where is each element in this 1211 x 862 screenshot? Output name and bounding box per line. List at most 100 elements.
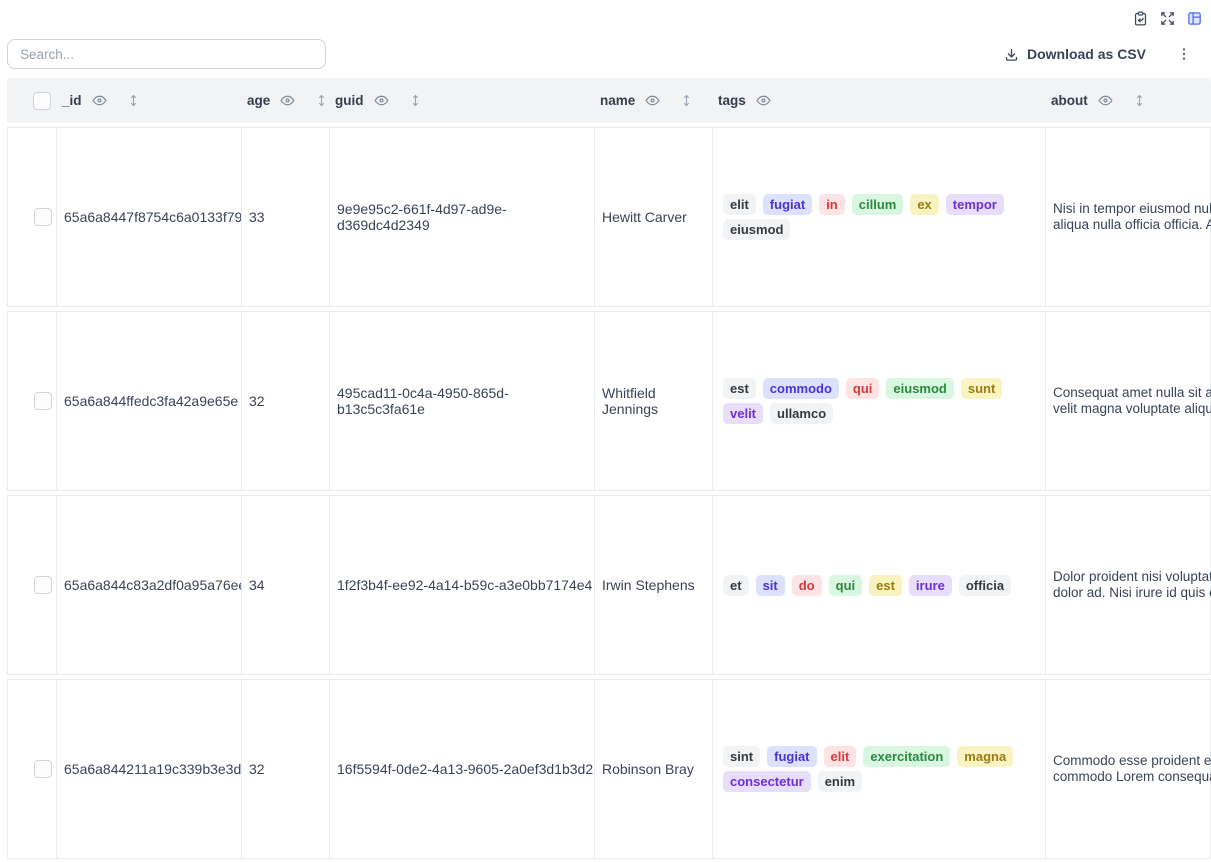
cell-tags: est commodo qui eiusmod sunt velit ullamco <box>712 312 1045 490</box>
paste-icon[interactable] <box>1132 10 1149 27</box>
table-row[interactable]: 65a6a844c83a2df0a95a76ee341f2f3b4f-ee92-… <box>7 495 1211 675</box>
maximize-icon[interactable] <box>1159 10 1176 27</box>
tag-badge: irure <box>909 575 952 596</box>
search-input[interactable] <box>7 39 326 69</box>
tag-badge: qui <box>829 575 863 596</box>
column-label: age <box>247 93 270 108</box>
age-column-header: age <box>240 92 328 109</box>
cell-id: 65a6a844211a19c339b3e3d3 <box>56 680 241 858</box>
tag-badge: fugiat <box>763 194 812 215</box>
eye-icon[interactable] <box>644 92 661 109</box>
row-checkbox[interactable] <box>34 760 52 778</box>
column-label: guid <box>335 93 364 108</box>
tag-badge: enim <box>818 771 862 792</box>
tag-badge: do <box>792 575 822 596</box>
tag-badge: ex <box>910 194 938 215</box>
eye-icon[interactable] <box>1097 92 1114 109</box>
row-checkbox[interactable] <box>34 392 52 410</box>
sort-icon[interactable] <box>408 93 423 108</box>
tag-badge: officia <box>959 575 1011 596</box>
data-browser-page: Download as CSV _id age guid name tags about … <box>0 0 1211 859</box>
table-row[interactable]: 65a6a844ffedc3fa42a9e65e32495cad11-0c4a-… <box>7 311 1211 491</box>
row-checkbox-cell <box>8 680 56 858</box>
eye-icon[interactable] <box>373 92 390 109</box>
tag-badge: est <box>723 378 756 399</box>
cell-about: Dolor proident nisi voluptat dolor ad. N… <box>1045 496 1211 674</box>
row-checkbox[interactable] <box>34 576 52 594</box>
tags-list: sintfugiatelitexercitationmagnaconsectet… <box>723 746 1039 792</box>
table-row[interactable]: 65a6a844211a19c339b3e3d33216f5594f-0de2-… <box>7 679 1211 859</box>
cell-name: Whitfield Jennings <box>594 312 712 490</box>
tag-badge: magna <box>957 746 1013 767</box>
tag-badge: eiusmod <box>723 219 790 240</box>
tag-badge: cillum <box>852 194 904 215</box>
topbar <box>0 0 1211 27</box>
tag-badge: velit <box>723 403 763 424</box>
tag-badge: et <box>723 575 749 596</box>
select-all-checkbox[interactable] <box>33 92 51 110</box>
tag-badge: sit <box>756 575 785 596</box>
column-label: tags <box>718 93 746 108</box>
row-checkbox-cell <box>8 312 56 490</box>
column-label: _id <box>62 93 82 108</box>
download-csv-label: Download as CSV <box>1027 46 1146 62</box>
table-header-row: _id age guid name tags about <box>7 78 1211 123</box>
row-checkbox-cell <box>8 128 56 306</box>
cell-tags: elitfugiatincillumextemporeiusmod <box>712 128 1045 306</box>
guid-column-header: guid <box>328 92 593 109</box>
header-checkbox-cell <box>7 92 55 110</box>
tags-list: elitfugiatincillumextemporeiusmod <box>723 194 1039 240</box>
data-table: _id age guid name tags about 65a6a8447f8754c6… <box>7 78 1211 859</box>
row-checkbox-cell <box>8 496 56 674</box>
tag-badge: est <box>869 575 902 596</box>
cell-age: 34 <box>241 496 329 674</box>
toolbar: Download as CSV <box>7 39 1211 69</box>
column-label: about <box>1051 93 1088 108</box>
cell-about: Consequat amet nulla sit au velit magna … <box>1045 312 1211 490</box>
tags-list: etsitdoquiest irure officia <box>723 575 1011 596</box>
tag-badge: fugiat <box>767 746 816 767</box>
tag-badge: tempor <box>946 194 1004 215</box>
table-row[interactable]: 65a6a8447f8754c6a0133f79339e9e95c2-661f-… <box>7 127 1211 307</box>
cell-age: 33 <box>241 128 329 306</box>
download-icon <box>1004 47 1019 62</box>
eye-icon[interactable] <box>91 92 108 109</box>
eye-icon[interactable] <box>755 92 772 109</box>
tag-badge: exercitation <box>863 746 950 767</box>
name-column-header: name <box>593 92 711 109</box>
tag-badge: consectetur <box>723 771 811 792</box>
kebab-menu-icon[interactable] <box>1176 46 1192 62</box>
tag-badge: ullamco <box>770 403 833 424</box>
download-csv-button[interactable]: Download as CSV <box>1004 46 1146 62</box>
table-view-icon[interactable] <box>1186 10 1203 27</box>
tag-badge: qui <box>846 378 880 399</box>
row-checkbox[interactable] <box>34 208 52 226</box>
tag-badge: elit <box>824 746 857 767</box>
tags-column-header: tags <box>711 92 1044 109</box>
about-column-header: about <box>1044 92 1211 109</box>
cell-about: Nisi in tempor eiusmod null aliqua nulla… <box>1045 128 1211 306</box>
sort-icon[interactable] <box>679 93 694 108</box>
cell-guid: 495cad11-0c4a-4950-865d-b13c5c3fa61e <box>329 312 594 490</box>
cell-tags: sintfugiatelitexercitationmagnaconsectet… <box>712 680 1045 858</box>
tag-badge: eiusmod <box>886 378 953 399</box>
sort-icon[interactable] <box>1132 93 1147 108</box>
cell-age: 32 <box>241 680 329 858</box>
cell-id: 65a6a8447f8754c6a0133f79 <box>56 128 241 306</box>
tag-badge: commodo <box>763 378 839 399</box>
table-body: 65a6a8447f8754c6a0133f79339e9e95c2-661f-… <box>7 127 1211 859</box>
toolbar-actions: Download as CSV <box>1004 46 1211 62</box>
tag-badge: elit <box>723 194 756 215</box>
cell-about: Commodo esse proident ex commodo Lorem c… <box>1045 680 1211 858</box>
cell-guid: 1f2f3b4f-ee92-4a14-b59c-a3e0bb7174e4 <box>329 496 594 674</box>
sort-icon[interactable] <box>126 93 141 108</box>
cell-id: 65a6a844ffedc3fa42a9e65e <box>56 312 241 490</box>
cell-guid: 16f5594f-0de2-4a13-9605-2a0ef3d1b3d2 <box>329 680 594 858</box>
tag-badge: sunt <box>961 378 1002 399</box>
column-label: name <box>600 93 635 108</box>
cell-age: 32 <box>241 312 329 490</box>
cell-name: Robinson Bray <box>594 680 712 858</box>
eye-icon[interactable] <box>279 92 296 109</box>
cell-guid: 9e9e95c2-661f-4d97-ad9e-d369dc4d2349 <box>329 128 594 306</box>
cell-name: Hewitt Carver <box>594 128 712 306</box>
